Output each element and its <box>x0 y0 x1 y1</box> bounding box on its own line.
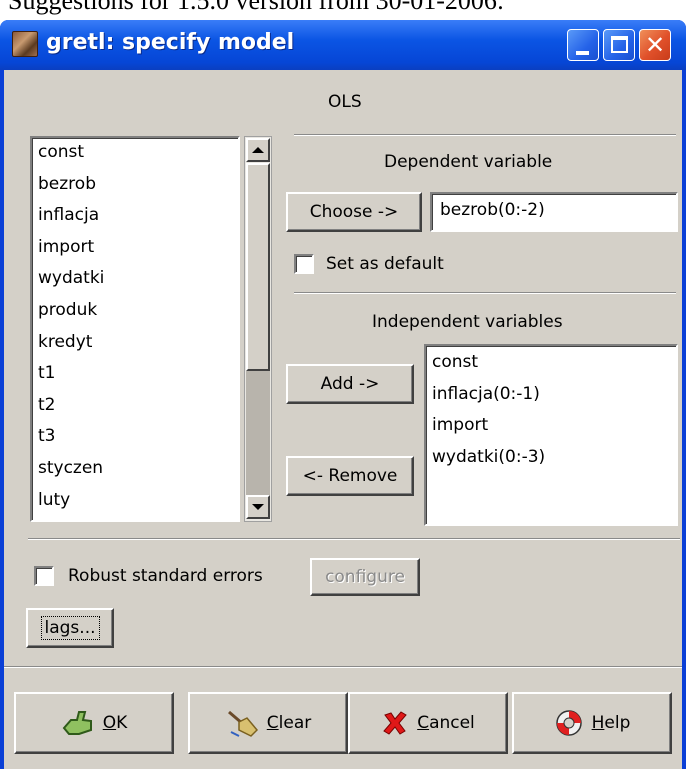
add-independent-button[interactable]: Add -> <box>286 364 414 404</box>
arrow-up-icon <box>252 147 264 153</box>
remove-independent-button[interactable]: <- Remove <box>286 456 414 496</box>
set-as-default-label: Set as default <box>326 254 444 274</box>
list-item[interactable]: const <box>38 142 84 162</box>
maximize-button[interactable] <box>603 29 635 61</box>
ok-hand-icon <box>62 711 92 735</box>
minimize-icon <box>576 51 589 55</box>
cancel-label: Cancel <box>417 713 475 733</box>
dependent-heading: Dependent variable <box>384 152 553 172</box>
estimator-label: OLS <box>328 92 362 112</box>
list-item[interactable]: t2 <box>38 395 55 415</box>
gretl-app-icon <box>12 31 38 57</box>
variable-list[interactable]: const bezrob inflacja import wydatki produk kr… <box>30 136 240 522</box>
configure-button[interactable]: configure <box>310 558 420 596</box>
variable-list-scrollbar[interactable] <box>244 136 272 522</box>
list-item[interactable]: produk <box>38 300 97 320</box>
lags-button-label: lags... <box>40 616 100 640</box>
list-item[interactable]: const <box>432 352 478 372</box>
window-title: gretl: specify model <box>46 30 295 55</box>
close-icon: ✕ <box>644 31 666 59</box>
close-button[interactable]: ✕ <box>639 29 671 61</box>
maximize-icon <box>611 36 628 53</box>
list-item[interactable]: import <box>38 237 94 257</box>
scroll-thumb[interactable] <box>246 163 270 371</box>
separator-top <box>294 134 676 136</box>
help-button[interactable]: Help <box>512 692 672 754</box>
list-item[interactable]: wydatki <box>38 268 104 288</box>
minimize-button[interactable] <box>567 29 599 61</box>
list-item[interactable]: bezrob <box>38 174 96 194</box>
broom-icon <box>227 710 258 737</box>
lifebuoy-icon <box>555 710 582 736</box>
dialog-body: OLS const bezrob inflacja import wydatki prod… <box>4 70 682 769</box>
independent-heading: Independent variables <box>372 312 563 332</box>
clear-label: Clear <box>266 713 312 733</box>
robust-errors-checkbox[interactable] <box>34 566 54 586</box>
set-as-default-checkbox[interactable] <box>294 254 314 274</box>
dialog-window: gretl: specify model ✕ OLS const bezrob in… <box>0 20 686 769</box>
clear-button[interactable]: Clear <box>188 692 348 754</box>
arrow-down-icon <box>252 504 264 510</box>
red-x-icon <box>383 711 407 735</box>
list-item[interactable]: inflacja(0:-1) <box>432 384 540 404</box>
list-item[interactable]: t3 <box>38 426 55 446</box>
scroll-track[interactable] <box>246 371 270 495</box>
list-item[interactable]: wydatki(0:-3) <box>432 447 545 467</box>
list-item[interactable]: t1 <box>38 363 55 383</box>
list-item[interactable]: styczen <box>38 458 103 478</box>
cancel-button[interactable]: Cancel <box>348 692 508 754</box>
lags-button[interactable]: lags... <box>26 608 114 648</box>
ok-button[interactable]: OK <box>14 692 174 754</box>
scroll-down-button[interactable] <box>246 495 270 519</box>
separator-bottom <box>28 538 680 540</box>
help-label: Help <box>591 713 631 733</box>
robust-errors-label: Robust standard errors <box>68 566 263 586</box>
independent-variable-list[interactable]: const inflacja(0:-1) import wydatki(0:-3) <box>424 344 678 526</box>
ok-label: OK <box>102 713 128 733</box>
list-item[interactable]: luty <box>38 490 70 510</box>
footer-separator <box>4 666 682 668</box>
dependent-variable-field[interactable]: bezrob(0:-2) <box>430 192 678 232</box>
title-bar[interactable]: gretl: specify model ✕ <box>0 20 686 70</box>
list-item[interactable]: inflacja <box>38 205 99 225</box>
page-caption: Suggestions for 1.5.0 version from 30-01… <box>8 0 505 15</box>
list-item[interactable]: import <box>432 415 488 435</box>
scroll-up-button[interactable] <box>246 138 270 162</box>
choose-dependent-button[interactable]: Choose -> <box>286 192 422 232</box>
separator-middle <box>294 292 676 294</box>
list-item[interactable]: kredyt <box>38 332 92 352</box>
